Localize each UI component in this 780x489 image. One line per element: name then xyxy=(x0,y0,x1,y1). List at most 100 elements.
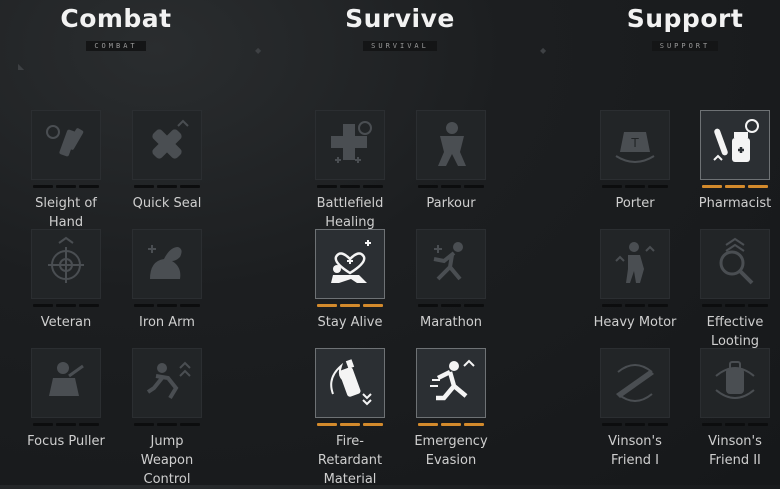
column-header-combat: Combat COMBAT xyxy=(16,4,216,52)
skill-sleight-of-hand[interactable]: Sleight of Hand xyxy=(16,110,116,232)
skill-tile[interactable] xyxy=(132,110,202,180)
level-pip xyxy=(602,304,622,307)
level-pip xyxy=(441,423,461,426)
skill-name: Sleight of Hand xyxy=(35,196,97,230)
level-pip xyxy=(79,304,99,307)
skill-tile[interactable] xyxy=(315,110,385,180)
skill-name: Fire-Retardant Material xyxy=(317,434,383,487)
skill-tile[interactable] xyxy=(700,348,770,418)
skill-tile[interactable]: T xyxy=(600,110,670,180)
level-pip xyxy=(56,185,76,188)
evading-runner-icon xyxy=(424,354,478,412)
skill-parkour[interactable]: Parkour xyxy=(401,110,501,213)
level-pip xyxy=(340,185,360,188)
skill-emergency-evasion[interactable]: Emergency Evasion xyxy=(401,348,501,470)
fire-bottle-icon xyxy=(323,354,377,412)
level-pip xyxy=(56,304,76,307)
level-pip xyxy=(648,185,668,188)
skill-level-bars xyxy=(300,185,400,188)
skill-tile[interactable] xyxy=(31,348,101,418)
skill-veteran[interactable]: Veteran xyxy=(16,229,116,332)
level-pip xyxy=(464,423,484,426)
divider-marker: ◆ xyxy=(255,46,262,55)
skill-marathon[interactable]: Marathon xyxy=(401,229,501,332)
skill-level-bars xyxy=(300,423,400,426)
column-header-survive: Survive SURVIVAL xyxy=(300,4,500,52)
skill-name: Marathon xyxy=(419,315,483,330)
skill-level-bars xyxy=(300,304,400,307)
skill-tile[interactable] xyxy=(700,229,770,299)
level-pip xyxy=(363,304,383,307)
column-title: Combat xyxy=(60,4,172,33)
jumping-soldier-icon xyxy=(140,354,194,412)
rifle-swap-icon xyxy=(608,354,662,412)
skill-tile[interactable] xyxy=(416,110,486,180)
level-pip xyxy=(602,185,622,188)
skill-name: Focus Puller xyxy=(27,434,105,449)
skill-name: Veteran xyxy=(40,315,92,330)
level-pip xyxy=(180,423,200,426)
level-pip xyxy=(363,423,383,426)
column-subtitle: SUPPORT xyxy=(651,41,719,51)
level-pip xyxy=(725,423,745,426)
column-title: Support xyxy=(626,4,744,33)
skill-vinsons-friend-1[interactable]: Vinson's Friend I xyxy=(585,348,685,470)
level-pip xyxy=(748,185,768,188)
level-pip xyxy=(79,423,99,426)
climbing-soldier-icon xyxy=(424,116,478,174)
skill-stay-alive[interactable]: Stay Alive xyxy=(300,229,400,332)
level-pip xyxy=(748,304,768,307)
skill-level-bars xyxy=(685,185,780,188)
skill-level-bars xyxy=(585,304,685,307)
skill-tile[interactable] xyxy=(31,110,101,180)
skill-level-bars xyxy=(117,185,217,188)
soldier-gear-icon xyxy=(608,235,662,293)
level-pip xyxy=(702,304,722,307)
level-pip xyxy=(180,185,200,188)
skill-tile[interactable] xyxy=(416,348,486,418)
column-subtitle: COMBAT xyxy=(86,41,146,51)
svg-text:T: T xyxy=(630,136,639,150)
skill-name: Emergency Evasion xyxy=(414,434,488,468)
skill-focus-puller[interactable]: Focus Puller xyxy=(16,348,116,451)
skill-level-bars xyxy=(401,185,501,188)
skill-tile[interactable] xyxy=(315,229,385,299)
skill-vinsons-friend-2[interactable]: Vinson's Friend II xyxy=(685,348,780,470)
skill-name: Vinson's Friend II xyxy=(708,434,762,468)
soldier-aiming-icon xyxy=(39,354,93,412)
skill-tile[interactable] xyxy=(315,348,385,418)
skill-jump-weapon-control[interactable]: Jump Weapon Control xyxy=(117,348,217,489)
skill-tile[interactable] xyxy=(600,229,670,299)
level-pip xyxy=(625,185,645,188)
skill-tile[interactable] xyxy=(132,348,202,418)
skill-tile[interactable] xyxy=(31,229,101,299)
level-pip xyxy=(464,304,484,307)
skill-battlefield-healing[interactable]: Battlefield Healing xyxy=(300,110,400,232)
skill-heavy-motor[interactable]: Heavy Motor xyxy=(585,229,685,332)
skill-tile[interactable] xyxy=(132,229,202,299)
heart-soldier-icon xyxy=(323,235,377,293)
skill-quick-seal[interactable]: Quick Seal xyxy=(117,110,217,213)
level-pip xyxy=(56,423,76,426)
level-pip xyxy=(418,304,438,307)
level-pip xyxy=(134,185,154,188)
level-pip xyxy=(602,423,622,426)
skill-pharmacist[interactable]: Pharmacist xyxy=(685,110,780,213)
skill-name: Iron Arm xyxy=(139,315,195,330)
weight-carry-icon: T xyxy=(608,116,662,174)
backpack-swap-icon xyxy=(708,354,762,412)
skill-effective-looting[interactable]: Effective Looting xyxy=(685,229,780,351)
level-pip xyxy=(134,423,154,426)
level-pip xyxy=(648,423,668,426)
level-pip xyxy=(33,423,53,426)
skill-porter[interactable]: T Porter xyxy=(585,110,685,213)
skill-fire-retardant-material[interactable]: Fire-Retardant Material xyxy=(300,348,400,489)
skill-tile[interactable] xyxy=(600,348,670,418)
skill-tile[interactable] xyxy=(416,229,486,299)
skill-tile[interactable] xyxy=(700,110,770,180)
skill-name: Battlefield Healing xyxy=(316,196,384,230)
medkit-timer-icon xyxy=(323,116,377,174)
skill-iron-arm[interactable]: Iron Arm xyxy=(117,229,217,332)
level-pip xyxy=(648,304,668,307)
level-pip xyxy=(317,423,337,426)
